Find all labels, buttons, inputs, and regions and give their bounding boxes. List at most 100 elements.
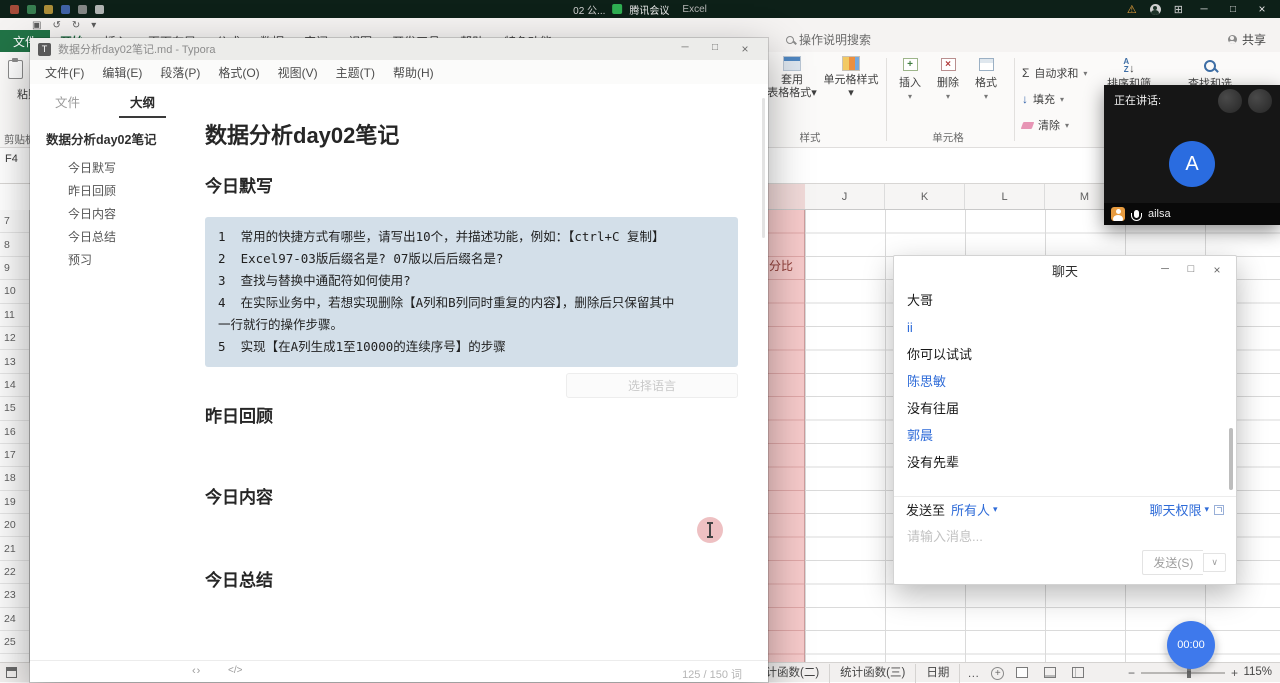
menu-item[interactable]: 段落(P) bbox=[151, 64, 209, 81]
sidebar-tab-files[interactable]: 文件 bbox=[30, 84, 105, 118]
zoom-percentage[interactable]: 115% bbox=[1243, 663, 1272, 682]
row-header-cell[interactable]: 18 bbox=[0, 467, 29, 491]
row-header-cell[interactable]: 16 bbox=[0, 421, 29, 444]
format-cells-button[interactable]: 格式 bbox=[968, 58, 1004, 102]
row-header-cell[interactable]: 7 bbox=[0, 210, 29, 234]
chat-scrollbar-thumb[interactable] bbox=[1229, 428, 1233, 490]
menu-item[interactable]: 主题(T) bbox=[327, 64, 384, 81]
row-header-cell[interactable]: 20 bbox=[0, 514, 29, 538]
close-icon[interactable] bbox=[1204, 263, 1230, 277]
maximize-icon[interactable] bbox=[1178, 263, 1204, 277]
send-button[interactable]: 发送(S) bbox=[1142, 550, 1204, 575]
doc-heading-today-summary[interactable]: 今日总结 bbox=[205, 566, 738, 591]
chevron-down-icon bbox=[1204, 504, 1209, 515]
row-header-cell[interactable]: 24 bbox=[0, 608, 29, 632]
column-header-cell[interactable]: L bbox=[965, 184, 1045, 209]
row-header-cell[interactable]: 8 bbox=[0, 233, 29, 257]
minimize-icon[interactable] bbox=[1196, 4, 1212, 15]
tray-icon[interactable] bbox=[44, 4, 53, 14]
sheet-tab[interactable]: 统计函数(三) bbox=[830, 663, 917, 683]
column-header-cell[interactable]: J bbox=[805, 184, 885, 209]
layout-grid-icon[interactable] bbox=[1174, 3, 1183, 16]
outline-item[interactable]: 预习 bbox=[46, 249, 180, 272]
doc-heading-1[interactable]: 数据分析day02笔记 bbox=[205, 118, 738, 150]
editor-scrollbar[interactable] bbox=[762, 98, 765, 238]
page-break-view-icon[interactable] bbox=[1072, 667, 1084, 678]
row-header-cell[interactable]: 22 bbox=[0, 561, 29, 585]
clear-button[interactable]: 清除 bbox=[1020, 112, 1087, 138]
row-header-cell[interactable]: 15 bbox=[0, 397, 29, 421]
code-language-select[interactable]: 选择语言 bbox=[566, 373, 738, 398]
outline-item[interactable]: 今日总结 bbox=[46, 226, 180, 249]
typora-menu-bar: 文件(F) 编辑(E) 段落(P) 格式(O) 视图(V) 主题(T) 帮助(H) bbox=[30, 60, 768, 84]
row-header-cell[interactable]: 13 bbox=[0, 350, 29, 374]
sheet-overflow-icon[interactable] bbox=[960, 666, 986, 680]
doc-heading-yesterday-review[interactable]: 昨日回顾 bbox=[205, 402, 738, 427]
column-header-cell[interactable]: K bbox=[885, 184, 965, 209]
tell-me-search[interactable]: 操作说明搜索 bbox=[786, 31, 871, 48]
menu-item[interactable]: 视图(V) bbox=[269, 64, 327, 81]
normal-view-icon[interactable] bbox=[1016, 667, 1028, 678]
menu-item[interactable]: 帮助(H) bbox=[384, 64, 443, 81]
maximize-icon[interactable] bbox=[700, 42, 730, 56]
share-button[interactable]: 共享 bbox=[1227, 31, 1266, 48]
row-header-cell[interactable]: 17 bbox=[0, 444, 29, 468]
row-header-cell[interactable]: 11 bbox=[0, 304, 29, 327]
user-icon[interactable] bbox=[1149, 3, 1161, 15]
editor-area[interactable]: 数据分析day02笔记 今日默写 1 常用的快捷方式有哪些，请写出10个，并描述… bbox=[180, 84, 768, 660]
tray-icon[interactable] bbox=[78, 4, 87, 14]
add-sheet-icon[interactable] bbox=[991, 666, 1005, 680]
tray-icon[interactable] bbox=[10, 4, 19, 14]
close-icon[interactable] bbox=[1254, 2, 1270, 16]
maximize-icon[interactable] bbox=[1225, 4, 1241, 15]
menu-item[interactable]: 编辑(E) bbox=[93, 64, 151, 81]
outline-item[interactable]: 今日内容 bbox=[46, 203, 180, 226]
menu-item[interactable]: 格式(O) bbox=[209, 64, 268, 81]
row-header-cell[interactable]: 19 bbox=[0, 491, 29, 515]
format-as-table-button[interactable]: 套用 表格格式 bbox=[764, 56, 820, 100]
row-header-cell[interactable]: 12 bbox=[0, 327, 29, 351]
tray-icon[interactable] bbox=[61, 4, 70, 14]
send-options-caret-icon[interactable] bbox=[1203, 553, 1226, 572]
menu-item[interactable]: 文件(F) bbox=[36, 64, 93, 81]
name-box[interactable]: F4 bbox=[5, 153, 18, 165]
delete-cells-button[interactable]: × 删除 bbox=[930, 58, 966, 102]
chevron-down-icon[interactable] bbox=[993, 504, 998, 515]
tray-icon[interactable] bbox=[27, 4, 36, 14]
doc-heading-today-dictation[interactable]: 今日默写 bbox=[205, 172, 738, 197]
row-header-cell[interactable]: 14 bbox=[0, 374, 29, 398]
insert-cells-button[interactable]: + 插入 bbox=[892, 58, 928, 102]
popout-icon[interactable] bbox=[1214, 504, 1224, 515]
source-mode-icon[interactable] bbox=[228, 665, 242, 676]
tray-icon[interactable] bbox=[95, 4, 104, 14]
zoom-slider[interactable] bbox=[1140, 668, 1225, 678]
close-icon[interactable] bbox=[730, 42, 760, 56]
row-header-cell[interactable]: 9 bbox=[0, 257, 29, 281]
cell-styles-button[interactable]: 单元格样式 bbox=[822, 56, 880, 100]
page-layout-view-icon[interactable] bbox=[1044, 667, 1056, 678]
row-header-cell[interactable]: 10 bbox=[0, 280, 29, 304]
row-header-cell[interactable]: 25 bbox=[0, 631, 29, 655]
row-header-cell[interactable]: 23 bbox=[0, 584, 29, 608]
sidebar-tab-outline[interactable]: 大纲 bbox=[105, 84, 180, 118]
chat-permission[interactable]: 聊天权限 bbox=[1149, 500, 1224, 519]
chat-window: 聊天 大哥 ii 你可以试试陈思敏没有往届郭晨没有先辈 发送至 所有人 聊天权限 请… bbox=[893, 255, 1237, 585]
outline-nav-icon[interactable] bbox=[192, 665, 201, 677]
outline-item[interactable]: 昨日回顾 bbox=[46, 180, 180, 203]
code-block[interactable]: 1 常用的快捷方式有哪些，请写出10个，并描述功能，例如：【ctrl+C 复制】… bbox=[205, 217, 738, 367]
minimize-icon[interactable] bbox=[1152, 263, 1178, 277]
outline-item[interactable]: 今日默写 bbox=[46, 157, 180, 180]
zoom-slider-thumb[interactable] bbox=[1187, 668, 1192, 678]
autosum-button[interactable]: 自动求和 bbox=[1022, 60, 1087, 86]
participant-thumbnail bbox=[1248, 89, 1272, 113]
fill-button[interactable]: 填充 bbox=[1022, 86, 1087, 112]
zoom-out-icon[interactable]: − bbox=[1128, 666, 1135, 680]
send-to-selector[interactable]: 所有人 bbox=[951, 500, 990, 519]
doc-heading-today-content[interactable]: 今日内容 bbox=[205, 483, 738, 508]
minimize-icon[interactable] bbox=[670, 42, 700, 56]
zoom-in-icon[interactable]: + bbox=[1231, 666, 1238, 680]
sheet-tab[interactable]: 日期 bbox=[916, 663, 961, 683]
chat-input[interactable]: 请输入消息... bbox=[907, 526, 1223, 545]
row-header-cell[interactable]: 21 bbox=[0, 537, 29, 561]
outline-item[interactable]: 数据分析day02笔记 bbox=[46, 132, 160, 149]
